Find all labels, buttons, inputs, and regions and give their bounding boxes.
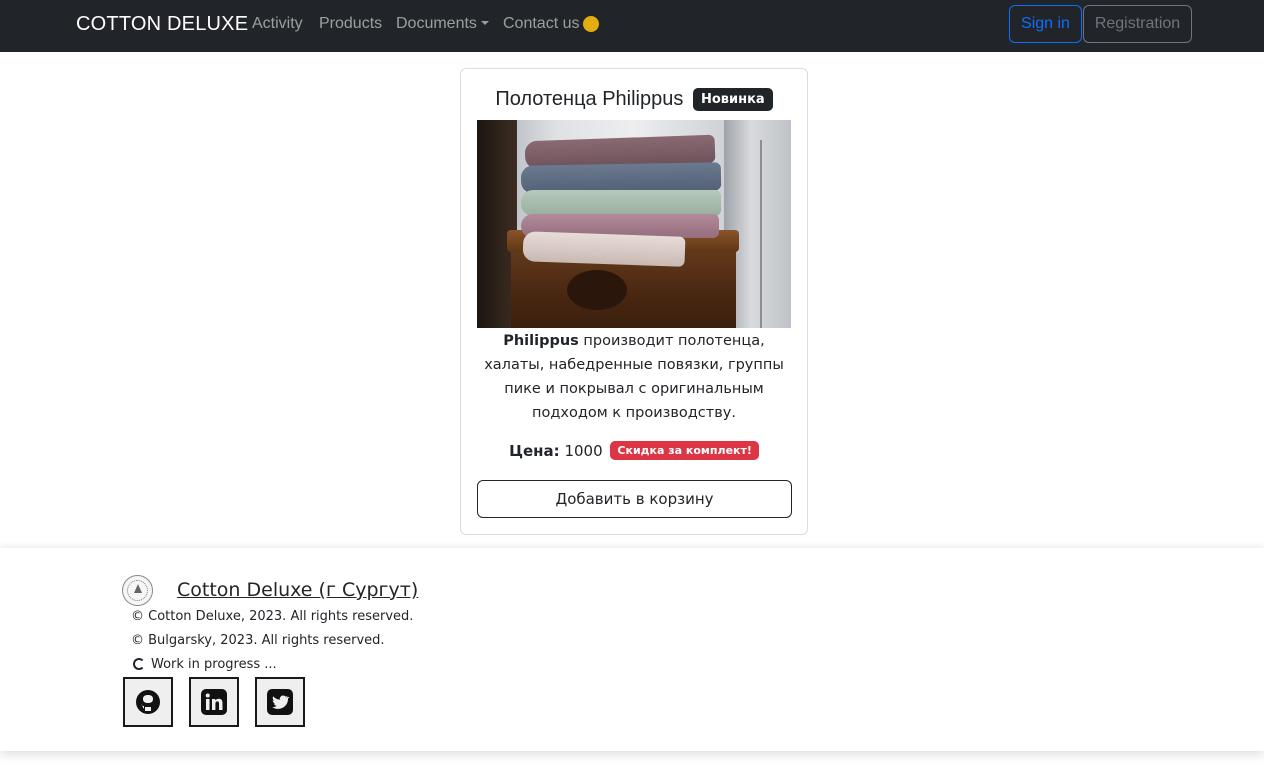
price-value: 1000 — [564, 442, 603, 460]
towels-photo — [477, 120, 791, 328]
towel-green — [521, 190, 721, 216]
price-label: Цена: — [509, 442, 560, 460]
description-brand: Philippus — [503, 333, 579, 349]
footer: Cotton Deluxe (г Сургут) © Cotton Deluxe… — [0, 548, 1264, 751]
registration-button[interactable]: Registration — [1083, 5, 1192, 43]
logo-tree — [134, 584, 142, 593]
sign-in-button[interactable]: Sign in — [1009, 5, 1082, 43]
photo-stool-carving — [567, 270, 627, 310]
nav-documents-label: Documents — [396, 15, 477, 32]
product-title-text: Полотенца Philippus — [495, 88, 684, 110]
work-in-progress: Work in progress ... — [151, 657, 277, 672]
linkedin-button[interactable] — [189, 677, 239, 727]
twitter-icon — [267, 689, 293, 715]
nav-documents-dropdown[interactable]: Documents — [396, 15, 489, 33]
twitter-button[interactable] — [255, 677, 305, 727]
product-title: Полотенца Philippus Новинка — [461, 88, 807, 111]
status-dot-icon — [583, 16, 599, 32]
new-badge: Новинка — [692, 88, 773, 111]
github-button[interactable] — [123, 677, 173, 727]
photo-frame-line — [760, 140, 762, 328]
sale-badge: Скидка за комплект! — [610, 441, 759, 460]
price-line: Цена: 1000 Скидка за комплект! — [461, 441, 807, 460]
spinner-icon — [133, 658, 145, 670]
linkedin-icon — [201, 689, 227, 715]
company-logo-icon — [122, 575, 153, 606]
copyright-bulgarsky: © Bulgarsky, 2023. All rights reserved. — [131, 633, 385, 648]
product-description: Philippus производит полотенца, халаты, … — [473, 329, 795, 425]
nav-contact[interactable]: Contact us — [503, 15, 579, 33]
add-to-cart-button[interactable]: Добавить в корзину — [477, 480, 792, 518]
product-card: Полотенца Philippus Новинка Philippus пр… — [460, 68, 808, 535]
company-link[interactable]: Cotton Deluxe (г Сургут) — [177, 579, 418, 601]
nav-activity[interactable]: Activity — [252, 15, 303, 33]
copyright-cotton: © Cotton Deluxe, 2023. All rights reserv… — [131, 609, 414, 624]
github-icon — [136, 690, 160, 714]
navbar: COTTON DELUXE Activity Products Document… — [0, 0, 1264, 52]
chevron-down-icon — [480, 20, 489, 25]
nav-products[interactable]: Products — [319, 15, 382, 33]
towel-white — [522, 231, 686, 267]
brand-logo[interactable]: COTTON DELUXE — [76, 13, 248, 36]
